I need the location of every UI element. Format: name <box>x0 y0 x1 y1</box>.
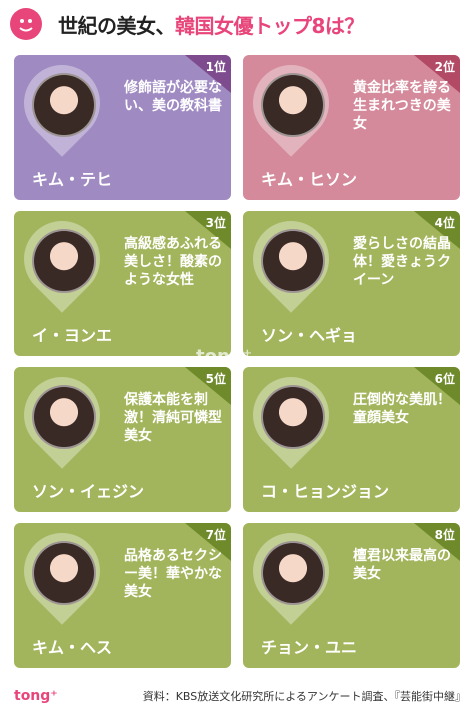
rank-card-1: 1位 修飾語が必要ない、美の教科書 キム・テヒ <box>14 55 231 200</box>
actress-name: キム・テヒ <box>32 170 113 189</box>
portrait-image <box>261 229 325 293</box>
card-description: 高級感あふれる美しさ！酸素のような女性 <box>124 236 222 288</box>
rank-label: 1位 <box>205 60 226 74</box>
card-description: 愛らしさの結晶体！愛きょうクイーン <box>353 236 451 288</box>
actress-name: ソン・ヘギョ <box>261 326 358 345</box>
rank-label: 2位 <box>434 60 455 74</box>
rank-label: 3位 <box>205 216 226 230</box>
card-description: 檀君以来最高の美女 <box>353 548 451 582</box>
actress-name: キム・ヘス <box>32 638 113 657</box>
header: 世紀の美女、韓国女優トップ8は？ <box>0 0 474 46</box>
portrait-image <box>32 229 96 293</box>
portrait-image <box>261 541 325 605</box>
rank-card-2: 2位 黄金比率を誇る生まれつきの美女 キム・ヒソン <box>243 55 460 200</box>
logo-icon <box>10 8 42 40</box>
actress-name: チョン・ユニ <box>261 638 358 657</box>
rank-card-5: 5位 保護本能を刺激！清純可憐型美女 ソン・イェジン <box>14 367 231 512</box>
actress-name: ソン・イェジン <box>32 482 145 501</box>
rank-label: 5位 <box>205 372 226 386</box>
card-description: 修飾語が必要ない、美の教科書 <box>124 80 222 114</box>
rank-card-8: 8位 檀君以来最高の美女 チョン・ユニ <box>243 523 460 668</box>
portrait-image <box>32 385 96 449</box>
rank-card-3: 3位 高級感あふれる美しさ！酸素のような女性 イ・ヨンエ <box>14 211 231 356</box>
card-description: 圧倒的な美肌！童顔美女 <box>353 392 451 426</box>
portrait-image <box>32 73 96 137</box>
title-highlight: 韓国女優トップ8は？ <box>175 14 364 38</box>
rank-label: 6位 <box>434 372 455 386</box>
rank-card-4: 4位 愛らしさの結晶体！愛きょうクイーン ソン・ヘギョ <box>243 211 460 356</box>
watermark: tong⁺ <box>196 346 253 367</box>
source-note: 資料：KBS放送文化研究所によるアンケート調査、『芸能街中継』 <box>142 690 466 703</box>
rank-card-7: 7位 品格あるセクシー美！華やかな美女 キム・ヘス <box>14 523 231 668</box>
page-title: 世紀の美女、韓国女優トップ8は？ <box>58 10 364 39</box>
footer: tong⁺ 資料：KBS放送文化研究所によるアンケート調査、『芸能街中継』 <box>0 676 474 712</box>
card-description: 品格あるセクシー美！華やかな美女 <box>124 548 222 600</box>
title-prefix: 世紀の美女、 <box>58 14 176 38</box>
rank-label: 8位 <box>434 528 455 542</box>
portrait-image <box>261 73 325 137</box>
rank-label: 4位 <box>434 216 455 230</box>
actress-name: キム・ヒソン <box>261 170 358 189</box>
card-description: 黄金比率を誇る生まれつきの美女 <box>353 80 451 132</box>
footer-logo: tong⁺ <box>14 688 58 704</box>
card-description: 保護本能を刺激！清純可憐型美女 <box>124 392 222 444</box>
actress-name: コ・ヒョンジョン <box>261 482 390 501</box>
actress-name: イ・ヨンエ <box>32 326 113 345</box>
portrait-image <box>32 541 96 605</box>
rank-card-6: 6位 圧倒的な美肌！童顔美女 コ・ヒョンジョン <box>243 367 460 512</box>
portrait-image <box>261 385 325 449</box>
rank-label: 7位 <box>205 528 226 542</box>
